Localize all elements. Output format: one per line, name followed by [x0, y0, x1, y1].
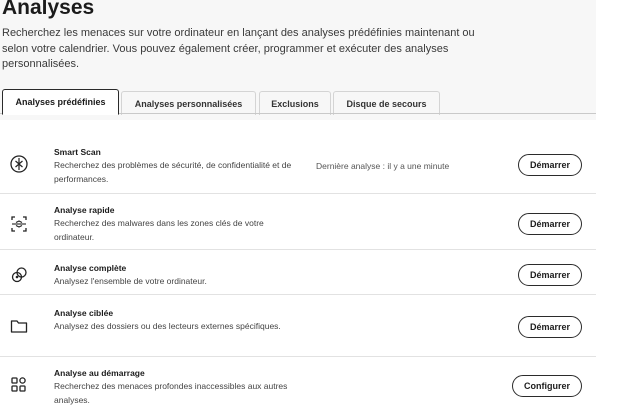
row-divider — [0, 294, 596, 295]
boot-scan-configure-button[interactable]: Configurer — [512, 375, 582, 397]
tab-bar: Analyses prédéfinies Analyses personnali… — [0, 89, 596, 115]
page-description: Recherchez les menaces sur votre ordinat… — [2, 27, 475, 70]
quick-scan-icon — [8, 213, 30, 235]
scan-description: Analysez l'ensemble de votre ordinateur. — [54, 276, 207, 286]
page-title: Analyses — [2, 0, 95, 19]
scan-description: Recherchez des problèmes de sécurité, de… — [54, 160, 292, 184]
scan-description: Recherchez des menaces profondes inacces… — [54, 381, 288, 405]
last-scan-status: Dernière analyse : il y a une minute — [316, 161, 450, 171]
smart-scan-start-button[interactable]: Démarrer — [518, 154, 582, 176]
tab-predefined-scans[interactable]: Analyses prédéfinies — [2, 89, 119, 115]
row-divider — [0, 249, 596, 250]
scan-title: Analyse complète — [54, 263, 127, 273]
quick-scan-start-button[interactable]: Démarrer — [518, 213, 582, 235]
full-scan-start-button[interactable]: Démarrer — [518, 264, 582, 286]
scan-description: Recherchez des malwares dans les zones c… — [54, 218, 264, 242]
targeted-scan-start-button[interactable]: Démarrer — [518, 316, 582, 338]
smart-scan-icon — [8, 153, 30, 175]
folder-icon — [8, 315, 30, 337]
boot-scan-icon — [8, 374, 30, 396]
scan-title: Analyse rapide — [54, 205, 115, 215]
tab-rescue-disk[interactable]: Disque de secours — [333, 91, 440, 115]
scan-title: Analyse ciblée — [54, 308, 114, 318]
tab-exclusions[interactable]: Exclusions — [259, 91, 331, 115]
scan-description: Analysez des dossiers ou des lecteurs ex… — [54, 321, 281, 331]
scan-title: Smart Scan — [54, 147, 101, 157]
full-scan-icon — [8, 264, 30, 286]
scan-title: Analyse au démarrage — [54, 368, 145, 378]
row-divider — [0, 193, 596, 194]
tab-custom-scans[interactable]: Analyses personnalisées — [121, 91, 256, 115]
row-divider — [0, 356, 596, 357]
